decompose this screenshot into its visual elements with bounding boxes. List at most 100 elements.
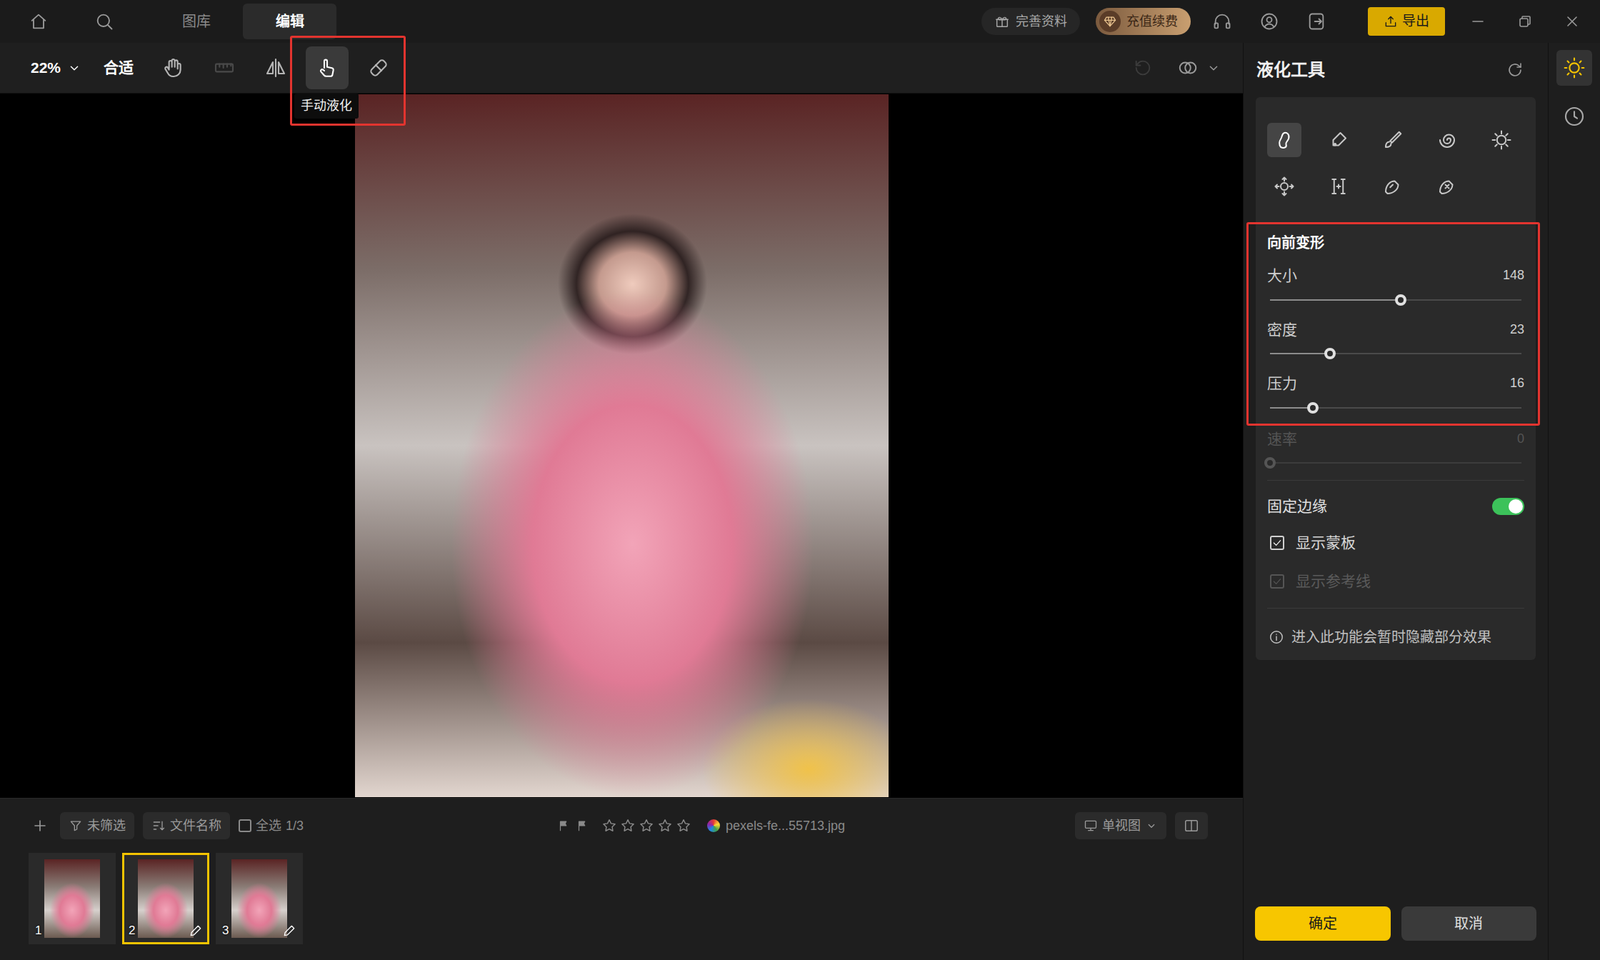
headset-button[interactable] [1206, 5, 1238, 38]
side-rail [1547, 42, 1600, 960]
freeze-mask-icon [1382, 175, 1404, 198]
toolbar-tool[interactable] [151, 46, 195, 90]
thumbnail[interactable]: 3 [215, 852, 303, 945]
star-icon[interactable] [620, 817, 636, 834]
recharge-label: 充值续费 [1126, 12, 1178, 32]
fixed-edge-row: 固定边缘 [1267, 492, 1525, 521]
slider-track[interactable] [1270, 299, 1522, 301]
selection-count: 1/3 [285, 816, 304, 836]
slider-track[interactable] [1270, 407, 1522, 409]
slider-knob[interactable] [1307, 402, 1319, 414]
photo[interactable] [355, 94, 889, 798]
panel-header: 液化工具 [1243, 42, 1548, 98]
logout-button[interactable] [1300, 5, 1333, 38]
edited-badge [282, 923, 297, 938]
rating-stars[interactable] [601, 817, 692, 834]
slider-value[interactable]: 148 [1502, 265, 1525, 285]
slider-fill [1270, 299, 1401, 301]
edited-badge [188, 923, 203, 938]
pencil-icon [282, 923, 297, 938]
filter-button[interactable]: 未筛选 [60, 812, 135, 840]
star-icon[interactable] [675, 817, 692, 834]
restore-button[interactable] [1509, 5, 1541, 38]
option-checkbox-row[interactable]: 显示蒙板 [1267, 530, 1525, 555]
close-button[interactable] [1556, 5, 1588, 38]
compare-dropdown[interactable] [1177, 57, 1222, 79]
star-icon[interactable] [657, 817, 673, 834]
fixed-edge-label: 固定边缘 [1267, 495, 1328, 518]
filmstrip: 未筛选文件名称全选1/3pexels-fe...55713.jpg单视图123 [0, 797, 1243, 960]
recharge-button[interactable]: 充值续费 [1095, 7, 1191, 35]
liquify-settings: 向前变形大小148密度23压力16速率0固定边缘显示蒙板显示参考线进入此功能会暂… [1255, 97, 1536, 660]
thumbnail[interactable]: 1 [28, 852, 116, 945]
sort-button[interactable]: 文件名称 [142, 812, 230, 840]
export-button[interactable]: 导出 [1367, 7, 1445, 36]
slider-track[interactable] [1270, 352, 1522, 355]
user-button[interactable] [1253, 5, 1285, 38]
export-label: 导出 [1402, 11, 1430, 33]
info-icon [1268, 629, 1285, 645]
split-view-button[interactable] [1175, 812, 1208, 840]
rail-item[interactable] [1556, 50, 1593, 86]
mode-tab[interactable]: 图库 [149, 3, 243, 40]
liquify-tool[interactable] [1484, 122, 1519, 158]
slider-knob[interactable] [1395, 294, 1407, 306]
mode-tabs: 图库编辑 [149, 3, 337, 40]
liquify-tool[interactable] [1430, 169, 1465, 204]
search-button[interactable] [88, 5, 120, 38]
slider[interactable] [1267, 395, 1525, 421]
slider-value[interactable]: 23 [1510, 320, 1525, 340]
thumbnail-number: 1 [35, 921, 42, 940]
option-checkbox[interactable] [1270, 535, 1285, 550]
reset-button[interactable] [1499, 54, 1531, 86]
toolbar-tool[interactable] [305, 46, 349, 90]
mode-tab[interactable]: 编辑 [242, 3, 337, 40]
thumbnail-image [44, 859, 100, 938]
thumbnail-list: 1 23 [0, 852, 1243, 945]
thumbnail[interactable]: 2 [122, 852, 210, 945]
slider-row: 大小148 [1267, 264, 1525, 313]
minimize-button[interactable] [1462, 5, 1494, 38]
slider[interactable] [1267, 340, 1525, 367]
gem-icon [1099, 10, 1121, 33]
zoom-dropdown[interactable]: 22% [30, 56, 83, 80]
view-dropdown[interactable]: 单视图 [1075, 812, 1167, 840]
title-bar: 图库编辑 完善资料 充值续费 导出 [0, 0, 1600, 43]
monitor-icon [1083, 818, 1098, 833]
slider-row: 速率0 [1267, 427, 1525, 477]
star-icon[interactable] [601, 817, 618, 834]
filmstrip-left: 未筛选文件名称全选1/3 [28, 810, 558, 842]
cancel-button[interactable]: 取消 [1401, 906, 1538, 941]
headset-icon [1212, 11, 1233, 32]
liquify-tool[interactable] [1267, 122, 1302, 158]
home-button[interactable] [22, 5, 55, 38]
liquify-tool[interactable] [1430, 122, 1465, 158]
toolbar-tool[interactable] [357, 46, 400, 90]
liquify-tool[interactable] [1375, 122, 1410, 158]
search-icon [94, 11, 115, 32]
liquify-tool[interactable] [1321, 169, 1356, 204]
color-label-icon[interactable] [707, 819, 720, 833]
toolbar-tool[interactable] [254, 46, 298, 90]
add-button[interactable] [28, 810, 52, 842]
chevron-down-icon [66, 60, 83, 76]
liquify-tool[interactable] [1267, 169, 1302, 204]
star-icon[interactable] [638, 817, 655, 834]
liquify-tool[interactable] [1375, 169, 1410, 204]
slider[interactable] [1267, 287, 1525, 313]
slider-value[interactable]: 0 [1517, 429, 1525, 449]
thaw-mask-icon [1436, 175, 1458, 198]
fit-button[interactable]: 合适 [103, 56, 134, 80]
select-all[interactable]: 全选1/3 [238, 816, 304, 836]
fixed-edge-toggle[interactable] [1492, 497, 1525, 515]
liquify-tool[interactable] [1321, 122, 1356, 158]
profile-button[interactable]: 完善资料 [981, 7, 1080, 35]
confirm-button[interactable]: 确定 [1255, 906, 1391, 941]
info-note: 进入此功能会暂时隐藏部分效果 [1267, 622, 1525, 652]
select-all-checkbox[interactable] [238, 819, 252, 833]
rail-item[interactable] [1556, 98, 1593, 135]
slider-knob[interactable] [1324, 347, 1336, 360]
slider-row: 密度23 [1267, 318, 1525, 368]
slider-value[interactable]: 16 [1510, 373, 1525, 393]
image-canvas[interactable] [0, 93, 1243, 798]
